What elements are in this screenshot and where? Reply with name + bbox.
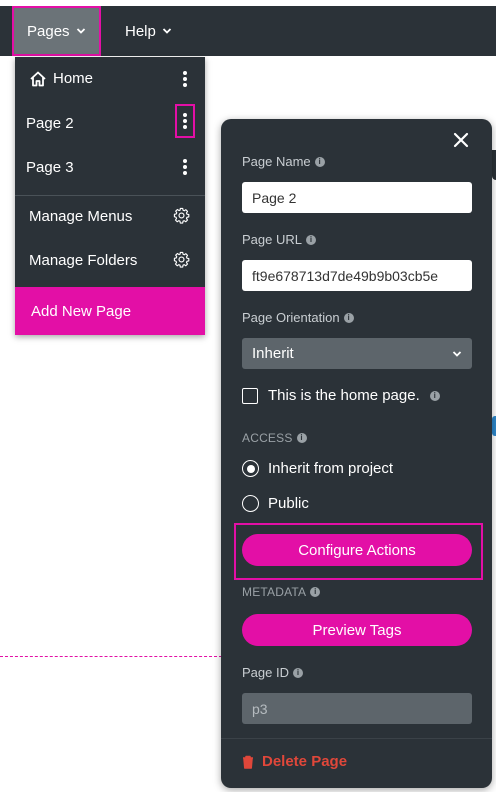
page-orientation-label: Page Orientation i [242,310,354,325]
page-url-input[interactable]: ft9e678713d7de49b9b03cb5e [242,260,472,291]
info-icon[interactable]: i [429,390,440,401]
access-option-inherit[interactable]: Inherit from project [242,460,393,477]
trash-icon [242,755,254,769]
access-option-public[interactable]: Public [242,495,309,512]
page-name-input[interactable]: Page 2 [242,182,472,213]
chevron-down-icon [452,349,462,359]
page-id-input[interactable]: p3 [242,693,472,724]
info-icon[interactable]: i [292,667,303,678]
access-label-text: ACCESS [242,431,293,445]
home-page-checkbox-row[interactable]: This is the home page. i [242,387,440,404]
delete-page-label: Delete Page [262,753,348,770]
top-navbar: Pages Help [0,6,496,56]
home-icon [29,70,47,88]
help-menu-label: Help [125,22,156,40]
access-option-label: Inherit from project [268,460,394,477]
more-vertical-icon[interactable] [175,104,195,138]
home-page-checkbox[interactable] [242,387,258,404]
info-icon[interactable]: i [343,312,354,323]
pages-menu-label: Pages [27,22,70,40]
background-widget-edge [492,150,496,180]
page-orientation-value: Inherit [252,345,294,362]
close-icon[interactable] [452,131,470,149]
menu-item-label: Page 2 [26,114,74,132]
background-widget-edge [492,416,496,436]
manage-folders-label: Manage Folders [29,251,138,269]
info-icon[interactable]: i [314,156,325,167]
page-boundary-line [0,656,222,657]
radio-selected[interactable] [242,460,259,477]
info-icon[interactable]: i [296,433,307,443]
preview-tags-button[interactable]: Preview Tags [242,614,472,646]
pages-menu-button[interactable]: Pages [12,6,101,56]
home-page-checkbox-label: This is the home page. [268,387,420,404]
page: Pages Help Home Page 2 Page 3 Manage Men… [0,0,496,792]
page-orientation-label-text: Page Orientation [242,310,340,325]
page-id-label-text: Page ID [242,665,289,680]
manage-menus-label: Manage Menus [29,207,133,225]
menu-item-page-3[interactable]: Page 3 [15,145,205,189]
metadata-section-label: METADATA i [242,585,321,599]
metadata-label-text: METADATA [242,585,307,599]
chevron-down-icon [162,26,172,36]
page-name-label: Page Name i [242,154,325,169]
page-orientation-select[interactable]: Inherit [242,338,472,369]
panel-divider [221,738,492,739]
manage-folders-item[interactable]: Manage Folders [15,238,205,282]
page-url-label-text: Page URL [242,232,302,247]
radio-unselected[interactable] [242,495,259,512]
delete-page-button[interactable]: Delete Page [242,753,347,770]
page-settings-panel: Page Name i Page 2 Page URL i ft9e678713… [221,119,492,788]
manage-menus-item[interactable]: Manage Menus [15,194,205,238]
add-new-page-button[interactable]: Add New Page [15,287,205,335]
configure-actions-button[interactable]: Configure Actions [242,534,472,566]
access-option-label: Public [268,495,309,512]
help-menu-button[interactable]: Help [125,6,172,56]
access-section-label: ACCESS i [242,431,307,445]
pages-dropdown-menu: Home Page 2 Page 3 Manage Menus Manage F… [15,57,205,335]
menu-item-label: Page 3 [26,158,74,176]
menu-item-home[interactable]: Home [15,57,205,101]
page-id-label: Page ID i [242,665,303,680]
gear-icon [173,207,190,224]
more-vertical-icon[interactable] [178,69,192,89]
page-name-label-text: Page Name [242,154,311,169]
page-url-label: Page URL i [242,232,316,247]
menu-item-label: Home [53,70,94,87]
gear-icon [173,251,190,268]
more-vertical-icon[interactable] [178,157,192,177]
info-icon[interactable]: i [310,587,321,597]
info-icon[interactable]: i [305,234,316,245]
chevron-down-icon [76,26,86,36]
